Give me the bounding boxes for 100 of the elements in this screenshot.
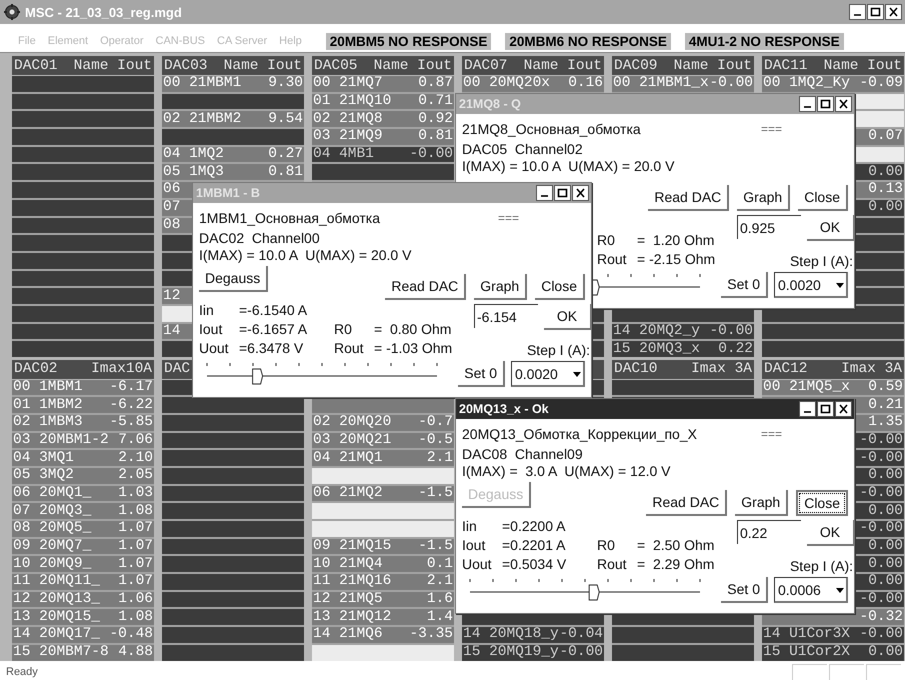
channel-value: 2.05 [118, 468, 153, 484]
reading-label: Uout [462, 556, 493, 574]
setpoint-field[interactable]: 0.925 [737, 215, 801, 239]
panel-title: DAC [164, 361, 190, 377]
step-select[interactable]: 0.0006 [774, 577, 848, 603]
close-button[interactable] [885, 4, 902, 20]
channel-name: 4MB1 [339, 147, 374, 162]
channel-value: -0.00 [859, 486, 903, 501]
minimize-button[interactable] [799, 96, 816, 112]
slider-track[interactable] [470, 578, 700, 592]
channel-name: 21MQ5_x [789, 380, 850, 395]
coil-heading: 20MQ13_Обмотка_Коррекции_по_X [462, 426, 697, 442]
reading-label: Rout [597, 556, 628, 574]
dialog-button[interactable]: Close [798, 185, 848, 211]
reading-label: Uout [199, 340, 230, 358]
reading-label: R0 [597, 232, 616, 250]
maximize-icon [557, 188, 568, 198]
panel-title: DAC02 [14, 361, 58, 377]
channel-name: 21MBM1 [189, 76, 242, 92]
channel-name: 20MQ19_y [489, 645, 559, 660]
maximize-button[interactable] [817, 96, 834, 112]
close-icon [838, 404, 849, 414]
reading-value: =-6.1657 A [239, 321, 308, 339]
channel-value: -0.00 [859, 627, 903, 642]
channel-name: 3MQ1 [39, 450, 74, 466]
reading-label: R0 [334, 321, 353, 339]
ok-button[interactable]: OK [807, 215, 855, 241]
reading-label: Iin [462, 518, 478, 536]
setpoint-field[interactable]: -6.154 [474, 304, 538, 328]
app-icon [3, 4, 21, 20]
maximize-button[interactable] [817, 401, 834, 417]
close-button[interactable] [835, 96, 852, 112]
channel-name: 21MQ6 [339, 627, 383, 642]
dialog-button[interactable]: Graph [737, 185, 790, 211]
dialog-button[interactable]: Close [796, 490, 848, 516]
setpoint-field[interactable]: 0.22 [737, 520, 801, 544]
channel-number: 00 [763, 76, 782, 92]
maximize-icon [820, 404, 831, 414]
channel-value: 0.27 [268, 147, 303, 162]
channel-name: 20MQ15_ [39, 610, 100, 625]
set-zero-button[interactable]: Set 0 [458, 361, 505, 387]
channel-name: 20MQ20x [489, 76, 550, 92]
ok-button[interactable]: OK [807, 520, 855, 546]
column-header: Imax10A [91, 361, 152, 377]
channel-name: U1Cor2X [789, 645, 850, 660]
channel-value: -5.85 [109, 415, 153, 430]
channel-number: 14 [763, 627, 782, 642]
channel-name: 20MBM7-8 [39, 645, 109, 660]
channel-value: 0.22 [718, 342, 753, 357]
channel-name: 1MBM2 [39, 398, 83, 413]
dialog-button[interactable]: Read DAC [648, 185, 730, 211]
channel-number: 09 [13, 539, 32, 554]
channel-name: 20MQ13_ [39, 592, 100, 608]
slider-thumb[interactable] [252, 368, 264, 384]
channel-value: 4.88 [118, 645, 153, 660]
channel-name: 21MQ8 [339, 112, 383, 127]
dialog-button[interactable]: Read DAC [646, 490, 728, 516]
dialog-button[interactable]: Graph [474, 274, 528, 300]
channel-name: 21MQ2 [339, 486, 383, 501]
channel-name: 21MBM2 [189, 112, 242, 127]
dialog-button[interactable]: Graph [735, 490, 788, 516]
dialog-title: 20MQ13_x - Ok [459, 402, 550, 416]
column-header: Name Iout [824, 58, 902, 74]
coil-heading: 1MBM1_Основная_обмотка [199, 210, 380, 226]
channel-value: 2.1 [426, 450, 453, 466]
channel-name: 20MQ18_y [489, 627, 559, 642]
step-select[interactable]: 0.0020 [774, 272, 848, 298]
channel-value: 9.54 [268, 112, 303, 127]
close-button[interactable] [835, 401, 852, 417]
channel-number: 00 [763, 380, 782, 395]
minimize-button[interactable] [799, 401, 816, 417]
channel-value: 1.06 [118, 592, 153, 608]
channel-number: 07 [13, 504, 32, 519]
channel-number: 00 [163, 76, 182, 92]
ok-button[interactable]: OK [544, 304, 592, 330]
channel-name: 1MBM3 [39, 415, 83, 430]
degauss-button[interactable]: Degauss [199, 266, 268, 292]
close-button[interactable] [572, 185, 589, 201]
minimize-button[interactable] [536, 185, 553, 201]
minimize-icon [854, 14, 861, 16]
reading-value: = 2.50 Ohm [637, 537, 714, 555]
channel-name: 3MQ2 [39, 468, 74, 484]
channel-number: 04 [313, 147, 332, 162]
channel-value: 0.00 [868, 539, 903, 554]
reading-value: =6.3478 V [239, 340, 304, 358]
alert-label: 20MBM5 NO RESPONSE [326, 32, 492, 50]
slider-track[interactable] [206, 362, 438, 376]
set-zero-button[interactable]: Set 0 [721, 272, 768, 298]
channel-number: 03 [313, 432, 332, 448]
reading-value: = -1.03 Ohm [374, 340, 452, 358]
reading-label: Rout [334, 340, 365, 358]
dialog-button[interactable]: Read DAC [385, 274, 466, 300]
maximize-button[interactable] [554, 185, 571, 201]
set-zero-button[interactable]: Set 0 [721, 577, 768, 603]
dialog-button[interactable]: Close [535, 274, 585, 300]
channel-number: 12 [313, 592, 332, 608]
minimize-button[interactable] [849, 4, 866, 20]
maximize-button[interactable] [867, 4, 884, 20]
slider-thumb[interactable] [588, 584, 600, 600]
step-select[interactable]: 0.0020 [511, 361, 585, 387]
